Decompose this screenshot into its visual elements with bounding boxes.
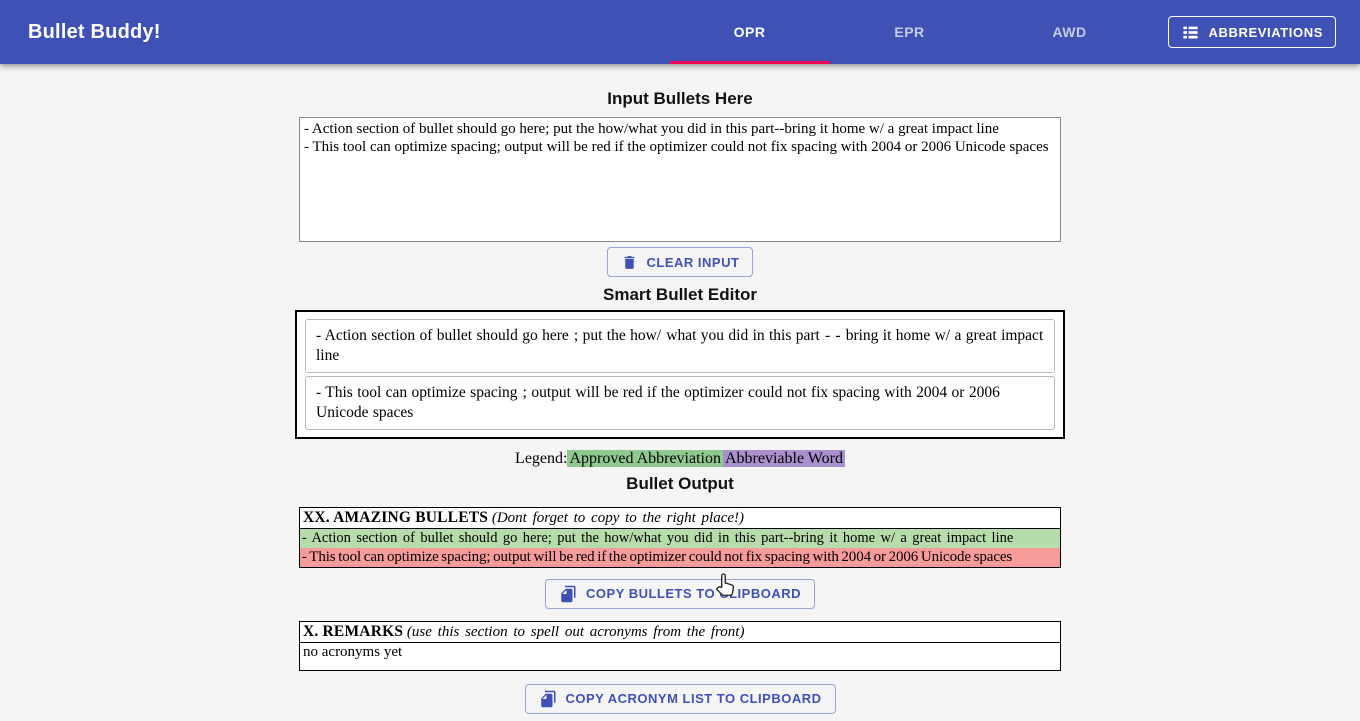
abbreviations-button-label: ABBREVIATIONS (1209, 25, 1323, 40)
remarks-body: no acronyms yet (300, 643, 1060, 670)
tab-opr-label: OPR (734, 24, 766, 40)
bullet-output-box: XX. AMAZING BULLETS (Dont forget to copy… (299, 507, 1061, 568)
tab-bar: OPR EPR AWD (670, 0, 1150, 64)
tab-epr[interactable]: EPR (830, 0, 990, 64)
editor-heading: Smart Bullet Editor (299, 285, 1061, 305)
tab-epr-label: EPR (894, 24, 924, 40)
legend-label: Legend: (515, 450, 567, 467)
bullet-output-title: XX. AMAZING BULLETS (303, 509, 488, 526)
legend: Legend:Approved AbbreviationAbbreviable … (299, 450, 1061, 468)
clear-input-button[interactable]: CLEAR INPUT (607, 247, 754, 277)
output-bullet-optimized: - Action section of bullet should go her… (300, 529, 1060, 548)
copy-icon (559, 585, 577, 603)
legend-approved-abbreviation: Approved Abbreviation (567, 450, 723, 467)
app-header: Bullet Buddy! OPR EPR AWD ABBREVIATIONS (0, 0, 1360, 64)
output-bullet-overflow: - This tool can optimize spacing; output… (300, 548, 1060, 567)
app-title: Bullet Buddy! (0, 21, 161, 44)
copy-bullets-label: COPY BULLETS TO CLIPBOARD (586, 586, 801, 601)
legend-abbreviable-word: Abbreviable Word (723, 450, 845, 467)
active-tab-indicator (670, 61, 830, 64)
tab-opr[interactable]: OPR (670, 0, 830, 64)
editor-bullet-2[interactable]: - This tool can optimize spacing ; outpu… (305, 376, 1055, 430)
remarks-header: X. REMARKS (use this section to spell ou… (300, 622, 1060, 643)
editor-bullet-1[interactable]: - Action section of bullet should go her… (305, 319, 1055, 373)
copy-icon (539, 690, 557, 708)
main-content: Input Bullets Here - Action section of b… (299, 64, 1061, 714)
smart-bullet-editor: - Action section of bullet should go her… (295, 310, 1065, 439)
tab-awd-label: AWD (1052, 24, 1086, 40)
abbreviations-button[interactable]: ABBREVIATIONS (1168, 16, 1336, 48)
tab-awd[interactable]: AWD (990, 0, 1150, 64)
bullet-output-header: XX. AMAZING BULLETS (Dont forget to copy… (300, 508, 1060, 529)
bullet-output-subtitle: (Dont forget to copy to the right place!… (492, 510, 744, 526)
bullet-input-textarea[interactable]: - Action section of bullet should go her… (299, 117, 1061, 242)
copy-acronyms-label: COPY ACRONYM LIST TO CLIPBOARD (566, 691, 822, 706)
copy-bullets-button[interactable]: COPY BULLETS TO CLIPBOARD (545, 579, 815, 609)
copy-acronyms-button[interactable]: COPY ACRONYM LIST TO CLIPBOARD (525, 684, 836, 714)
remarks-box: X. REMARKS (use this section to spell ou… (299, 621, 1061, 671)
clear-input-label: CLEAR INPUT (647, 255, 740, 270)
list-icon (1181, 23, 1200, 42)
remarks-subtitle: (use this section to spell out acronyms … (407, 624, 745, 640)
output-heading: Bullet Output (299, 474, 1061, 494)
remarks-title: X. REMARKS (303, 623, 403, 640)
trash-icon (621, 254, 638, 271)
input-heading: Input Bullets Here (299, 64, 1061, 109)
